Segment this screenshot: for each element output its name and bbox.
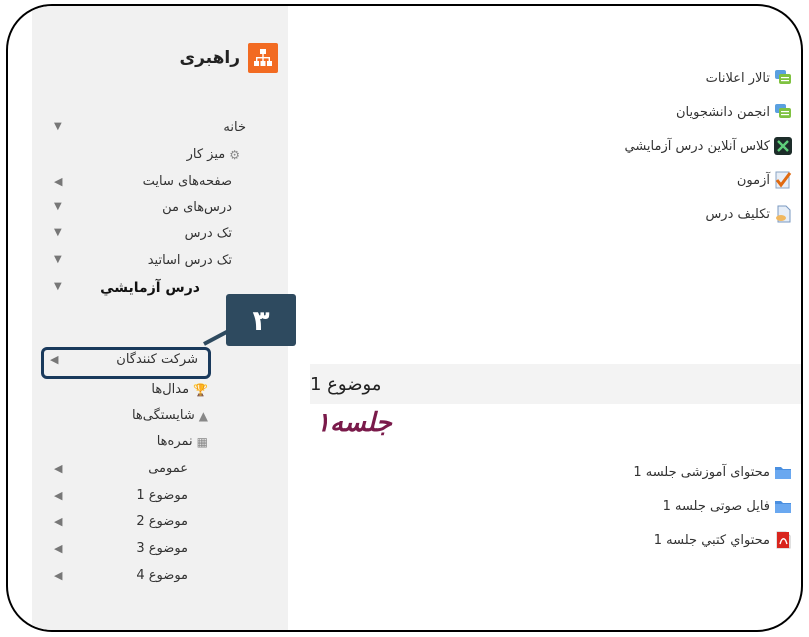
nav-item-home[interactable]: ▼ خانه xyxy=(32,116,288,142)
assignment-icon xyxy=(774,205,792,223)
folder-icon xyxy=(774,463,792,481)
chevron-left-icon[interactable]: ◀ xyxy=(54,462,62,475)
nav-item-topic-4[interactable]: ◀ موضوع 4 xyxy=(32,564,288,590)
nav-item-single-course[interactable]: ▼ تک درس xyxy=(32,222,288,248)
nav-item-label: تک درس اساتید xyxy=(147,253,232,268)
nav-item-badges[interactable]: 🏆 مدال‌ها xyxy=(32,378,288,404)
nav-item-competencies-label: ▲ شایستگی‌ها xyxy=(132,408,208,423)
nav-item-label: درس آزمایشي xyxy=(100,280,200,296)
trophy-icon: 🏆 xyxy=(193,382,208,397)
online-class-icon xyxy=(774,137,792,155)
competency-icon: ▲ xyxy=(198,408,208,423)
nav-item-label: میز کار xyxy=(186,147,226,162)
participants-highlight-box xyxy=(41,347,211,379)
nav-item-label: موضوع 3 xyxy=(136,541,188,556)
nav-item-label: موضوع 2 xyxy=(136,514,188,529)
chevron-down-icon[interactable]: ▼ xyxy=(54,254,62,265)
activity-label: تالار اعلانات xyxy=(705,70,770,86)
activity-quiz[interactable]: آزمون xyxy=(737,168,792,192)
activity-label: کلاس آنلاین درس آزمایشي xyxy=(624,138,770,154)
nav-item-label: درس‌های من xyxy=(162,200,232,215)
nav-item-general[interactable]: ◀ عمومی xyxy=(32,457,288,483)
topic-1-section-header: موضوع 1 xyxy=(310,364,801,404)
forum-icon xyxy=(774,103,792,121)
navigation-block-header: راهبری xyxy=(179,40,278,76)
activity-announcements[interactable]: تالار اعلانات xyxy=(706,66,792,90)
session-1-logo: جلسه١ xyxy=(316,408,392,438)
quiz-icon xyxy=(774,171,792,189)
pdf-icon xyxy=(774,531,792,549)
resource-label: فایل صوتی جلسه 1 xyxy=(662,498,770,514)
screenshot-frame: راهبری ▼ خانه ⚙ میز کار ◀ صفحه‌های سایت … xyxy=(6,4,803,632)
nav-item-dashboard[interactable]: ⚙ میز کار xyxy=(32,143,288,169)
activity-assignment[interactable]: تکلیف درس xyxy=(705,202,792,226)
forum-icon xyxy=(774,69,792,87)
nav-item-single-course-instructors[interactable]: ▼ تک درس اساتید xyxy=(32,249,288,275)
nav-item-label: عمومی xyxy=(148,461,188,476)
nav-item-label: نمره‌ها xyxy=(156,434,193,449)
activity-label: تکلیف درس xyxy=(705,206,770,222)
chevron-down-icon[interactable]: ▼ xyxy=(54,227,62,238)
nav-item-label: موضوع 4 xyxy=(136,568,188,583)
nav-item-label: موضوع 1 xyxy=(136,488,188,503)
folder-icon xyxy=(774,497,792,515)
nav-item-competencies[interactable]: ▲ شایستگی‌ها xyxy=(32,404,288,430)
nav-item-label: مدال‌ها xyxy=(151,382,190,397)
chevron-left-icon[interactable]: ◀ xyxy=(54,175,62,188)
activity-student-forum[interactable]: انجمن دانشجویان xyxy=(676,100,792,124)
nav-item-topic-3[interactable]: ◀ موضوع 3 xyxy=(32,537,288,563)
activity-label: انجمن دانشجویان xyxy=(675,104,770,120)
nav-item-label: تک درس xyxy=(184,226,232,241)
nav-item-grades-label: ▦ نمره‌ها xyxy=(157,434,208,449)
nav-item-my-courses[interactable]: ▼ درس‌های من xyxy=(32,196,288,222)
activity-online-class[interactable]: کلاس آنلاین درس آزمایشي xyxy=(624,134,792,158)
chevron-down-icon[interactable]: ▼ xyxy=(54,201,62,212)
gear-icon: ⚙ xyxy=(229,147,240,162)
chevron-left-icon[interactable]: ◀ xyxy=(54,542,62,555)
resource-label: محتواي کتبي جلسه 1 xyxy=(653,532,770,548)
nav-item-site-pages[interactable]: ◀ صفحه‌های سایت xyxy=(32,170,288,196)
nav-item-grades[interactable]: ▦ نمره‌ها xyxy=(32,430,288,456)
chevron-down-icon[interactable]: ▼ xyxy=(54,121,62,132)
navigation-block-title: راهبری xyxy=(179,48,241,68)
activity-label: آزمون xyxy=(736,172,770,188)
chevron-down-icon[interactable]: ▼ xyxy=(54,281,62,292)
nav-item-label: شایستگی‌ها xyxy=(131,408,195,423)
chevron-left-icon[interactable]: ◀ xyxy=(54,569,62,582)
resource-training-content[interactable]: محتوای آموزشی جلسه 1 xyxy=(633,460,792,484)
step-number-callout: ۳ xyxy=(226,294,296,346)
nav-item-label: خانه xyxy=(223,120,246,135)
grades-icon: ▦ xyxy=(196,434,208,449)
chevron-left-icon[interactable]: ◀ xyxy=(54,489,62,502)
resource-label: محتوای آموزشی جلسه 1 xyxy=(633,464,770,480)
chevron-left-icon[interactable]: ◀ xyxy=(54,515,62,528)
nav-item-topic-2[interactable]: ◀ موضوع 2 xyxy=(32,510,288,536)
resource-audio-file[interactable]: فایل صوتی جلسه 1 xyxy=(663,494,792,518)
nav-item-label: صفحه‌های سایت xyxy=(142,174,232,189)
topic-title: موضوع 1 xyxy=(310,373,382,395)
nav-item-topic-1[interactable]: ◀ موضوع 1 xyxy=(32,484,288,510)
resource-written-content[interactable]: محتواي کتبي جلسه 1 xyxy=(654,528,792,552)
sitemap-icon xyxy=(248,43,278,73)
nav-item-dashboard-label: ⚙ میز کار xyxy=(187,147,240,162)
nav-item-badges-label: 🏆 مدال‌ها xyxy=(151,382,208,397)
